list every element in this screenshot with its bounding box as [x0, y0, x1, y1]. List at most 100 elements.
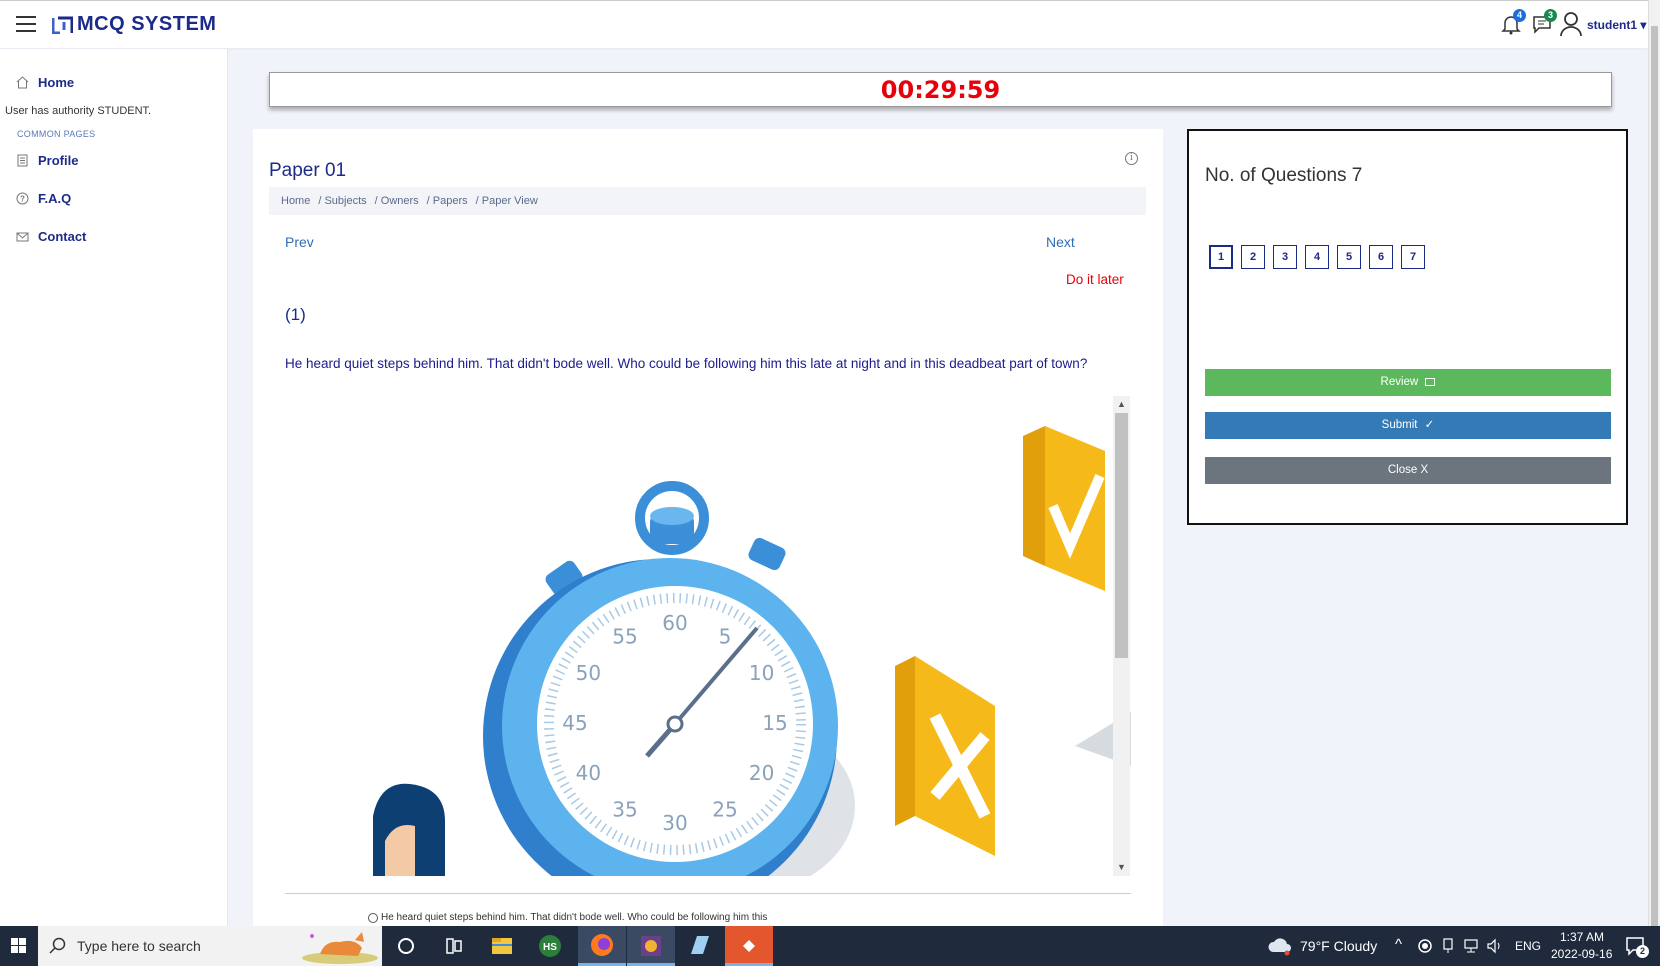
sidebar-item-label: Contact	[38, 229, 87, 244]
clock-time[interactable]: 1:37 AM	[1560, 930, 1604, 944]
question-nav-button[interactable]: 6	[1369, 245, 1393, 269]
stopwatch-dial-label: 50	[576, 661, 601, 685]
divider	[285, 893, 1131, 894]
question-nav-button[interactable]: 4	[1305, 245, 1329, 269]
stopwatch-dial-label: 15	[762, 711, 787, 735]
record-icon[interactable]	[1418, 939, 1432, 953]
breadcrumb-subjects[interactable]: / Subjects	[318, 195, 366, 207]
submit-button[interactable]: Submit ✓	[1205, 412, 1611, 439]
sidebar-item-profile[interactable]: Profile	[16, 153, 78, 168]
taskbar-search-box[interactable]: Type here to search	[38, 926, 382, 966]
next-question-link[interactable]: Next	[1046, 234, 1075, 250]
review-icon	[1425, 377, 1436, 386]
stopwatch-dial-label: 55	[612, 624, 637, 648]
messages-badge: 3	[1544, 9, 1557, 22]
sidebar-item-label: F.A.Q	[38, 191, 72, 206]
stopwatch-dial-label: 5	[719, 624, 732, 648]
question-nav-button[interactable]: 5	[1337, 245, 1361, 269]
prev-question-link[interactable]: Prev	[285, 234, 314, 250]
search-icon	[49, 937, 66, 954]
page-title: Paper 01	[269, 160, 347, 181]
answer-option-label: He heard quiet steps behind him. That di…	[381, 912, 768, 923]
authority-note: User has authority STUDENT.	[5, 105, 152, 117]
question-navigator: 1 2 3 4 5 6 7	[1209, 245, 1425, 269]
volume-icon[interactable]	[1486, 938, 1504, 954]
stopwatch-illustration: 60 5 10 15 20 25 30 35 40 45 50 55	[373, 426, 1131, 876]
question-count-title: No. of Questions 7	[1205, 165, 1363, 186]
user-avatar-icon[interactable]	[1559, 11, 1583, 37]
game-app-icon[interactable]	[627, 926, 675, 966]
sidebar-item-label: Home	[38, 75, 75, 90]
submit-button-label: Submit	[1381, 419, 1418, 431]
image-scrollbar[interactable]: ▲ ▼	[1113, 396, 1130, 876]
section-header: COMMON PAGES	[17, 129, 96, 139]
answer-option[interactable]: He heard quiet steps behind him. That di…	[368, 912, 767, 923]
svg-text:HS: HS	[543, 942, 557, 953]
action-center-badge: 2	[1636, 945, 1649, 958]
file-explorer-icon[interactable]	[478, 926, 526, 966]
close-button[interactable]: Close X	[1205, 457, 1611, 484]
anydesk-icon[interactable]	[725, 926, 773, 966]
stopwatch-dial-label: 40	[576, 761, 601, 785]
question-nav-button[interactable]: 2	[1241, 245, 1265, 269]
action-center-icon[interactable]: 2	[1625, 935, 1649, 958]
sidebar-item-faq[interactable]: ? F.A.Q	[16, 191, 71, 206]
do-it-later-link[interactable]: Do it later	[1066, 272, 1124, 287]
chevron-up-icon[interactable]: ^	[1395, 936, 1402, 953]
hs-app-icon[interactable]: HS	[526, 926, 574, 966]
home-icon	[16, 76, 29, 89]
stopwatch-dial-label: 60	[662, 611, 687, 635]
user-menu[interactable]: student1 ▾	[1587, 18, 1646, 32]
page-scrollbar[interactable]	[1648, 0, 1660, 946]
search-placeholder: Type here to search	[77, 938, 201, 954]
breadcrumb-home[interactable]: Home	[281, 195, 310, 207]
breadcrumb-owners[interactable]: / Owners	[375, 195, 419, 207]
review-button[interactable]: Review	[1205, 369, 1611, 396]
usb-device-icon[interactable]	[1441, 938, 1455, 954]
brand-name[interactable]: MCQ SYSTEM	[77, 13, 216, 36]
weather-text[interactable]: 79°F Cloudy	[1300, 938, 1377, 954]
stopwatch-dial-label: 20	[749, 761, 774, 785]
countdown-timer: 00:29:59	[880, 76, 1001, 104]
question-number: (1)	[285, 305, 306, 324]
task-view-icon[interactable]	[430, 926, 478, 966]
stopwatch-dial-label: 45	[562, 711, 587, 735]
search-highlight-fox-icon	[302, 932, 378, 964]
check-icon: ✓	[1424, 419, 1435, 431]
language-indicator[interactable]: ENG	[1515, 939, 1541, 953]
windows-taskbar: Type here to search HS 79°F Cloudy ^ ENG…	[0, 926, 1660, 966]
info-icon[interactable]: i	[1125, 152, 1138, 165]
firefox-icon[interactable]	[578, 926, 626, 966]
notification-badge: 4	[1513, 9, 1526, 22]
scrollbar-thumb[interactable]	[1115, 413, 1128, 658]
stopwatch-dial-label: 30	[662, 811, 687, 835]
question-nav-button[interactable]: 3	[1273, 245, 1297, 269]
logo-icon	[52, 16, 73, 34]
breadcrumb: Home / Subjects / Owners / Papers / Pape…	[269, 187, 1146, 215]
hamburger-menu-icon[interactable]	[16, 16, 36, 32]
clock-date[interactable]: 2022-09-16	[1551, 947, 1612, 961]
sidebar-item-contact[interactable]: Contact	[16, 229, 86, 244]
notepad-icon[interactable]	[675, 926, 723, 966]
messages-icon[interactable]: 3	[1531, 9, 1557, 35]
scroll-up-icon[interactable]: ▲	[1113, 396, 1130, 413]
question-nav-button[interactable]: 7	[1401, 245, 1425, 269]
breadcrumb-papers[interactable]: / Papers	[427, 195, 468, 207]
radio-button[interactable]	[368, 912, 378, 923]
cortana-icon[interactable]	[382, 926, 430, 966]
windows-start-icon[interactable]	[0, 926, 38, 966]
sidebar-item-label: Profile	[38, 153, 79, 168]
network-icon[interactable]	[1463, 938, 1479, 954]
question-image: 60 5 10 15 20 25 30 35 40 45 50 55	[285, 396, 1131, 876]
stopwatch-dial-label: 10	[749, 661, 774, 685]
review-button-label: Review	[1380, 376, 1419, 388]
sidebar-item-home[interactable]: Home	[16, 75, 74, 90]
breadcrumb-paper-view: / Paper View	[475, 195, 538, 207]
notifications-bell-icon[interactable]: 4	[1500, 9, 1526, 35]
document-icon	[17, 154, 28, 167]
question-icon: ?	[16, 192, 29, 205]
scroll-down-icon[interactable]: ▼	[1113, 859, 1130, 876]
top-navbar: MCQ SYSTEM 4 3 student1 ▾	[0, 0, 1648, 48]
question-nav-button[interactable]: 1	[1209, 245, 1233, 269]
envelope-icon	[16, 232, 29, 242]
